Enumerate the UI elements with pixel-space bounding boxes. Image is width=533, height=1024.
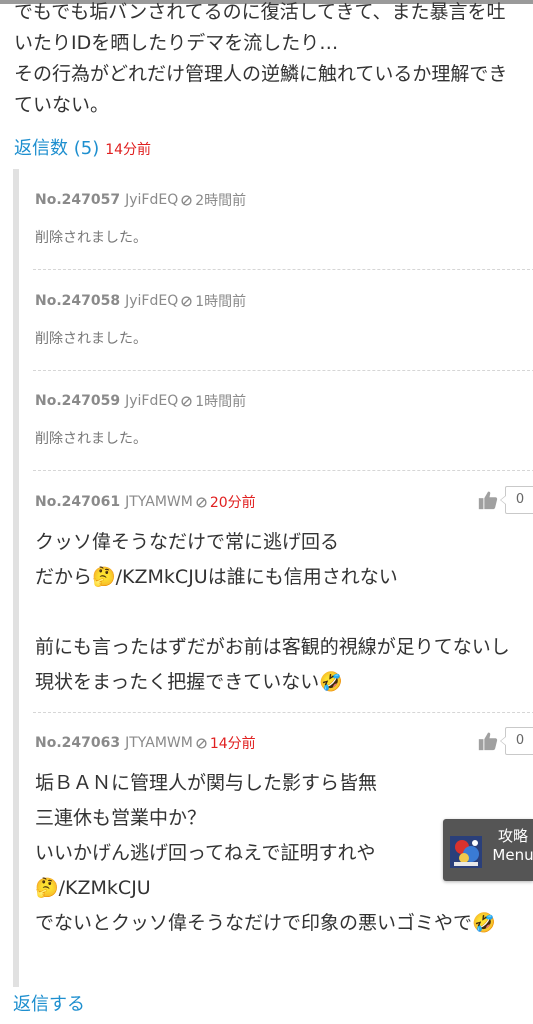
reply-user-id[interactable]: JTYAMWM	[125, 735, 193, 751]
reply-button[interactable]: 返信する	[13, 990, 85, 1016]
like-control: 0	[477, 727, 533, 755]
reply-meta: No.247059 JyiFdEQ 1時間前	[35, 390, 246, 412]
reply-time: 2時間前	[195, 193, 247, 209]
thumbs-up-icon[interactable]	[477, 730, 499, 752]
reply-count-row: 返信数 (5) 14分前	[14, 134, 151, 162]
block-icon[interactable]	[196, 496, 207, 508]
reply-time: 1時間前	[195, 394, 247, 410]
reply-deleted-text: 削除されました。	[35, 331, 147, 347]
reply-user-id[interactable]: JyiFdEQ	[125, 192, 178, 208]
reply-number[interactable]: No.247059	[35, 393, 120, 409]
reply-meta: No.247058 JyiFdEQ 1時間前	[35, 290, 246, 312]
reply-time: 20分前	[209, 495, 256, 511]
reply-meta: No.247061 JTYAMWM 20分前	[35, 491, 256, 513]
reply-time: 14分前	[209, 736, 256, 752]
reply-count-link[interactable]: 返信数 (5)	[14, 134, 99, 160]
reply-time: 1時間前	[195, 294, 247, 310]
reply-number[interactable]: No.247058	[35, 293, 120, 309]
block-icon[interactable]	[181, 194, 192, 206]
reply-item: No.247058 JyiFdEQ 1時間前 削除されました。	[33, 290, 533, 371]
block-icon[interactable]	[181, 295, 192, 307]
reply-number[interactable]: No.247063	[35, 735, 120, 751]
reply-user-id[interactable]: JTYAMWM	[125, 494, 193, 510]
reply-deleted-text: 削除されました。	[35, 431, 147, 447]
reply-count-time: 14分前	[105, 142, 152, 158]
reply-item: No.247061 JTYAMWM 20分前 0 クッソ偉そうなだけで常に逃げ回…	[33, 486, 533, 713]
reply-meta: No.247057 JyiFdEQ 2時間前	[35, 189, 246, 211]
game-character-thumbnail	[450, 836, 482, 868]
strategy-menu-line1: 攻略	[497, 827, 528, 845]
strategy-menu-line2: Menu	[492, 846, 533, 864]
reply-item: No.247059 JyiFdEQ 1時間前 削除されました。	[33, 390, 533, 471]
block-icon[interactable]	[181, 395, 192, 407]
post-body: でもでも垢バンされてるのに復活してきて、また暴言を吐いたりIDを晒したりデマを流…	[14, 1, 508, 116]
reply-body: クッソ偉そうなだけで常に逃げ回る だから🤔/KZMkCJUは誰にも信用されない …	[35, 531, 510, 693]
reply-meta: No.247063 JTYAMWM 14分前	[35, 732, 256, 754]
like-control: 0	[477, 486, 533, 514]
reply-item: No.247057 JyiFdEQ 2時間前 削除されました。	[33, 189, 533, 270]
reply-user-id[interactable]: JyiFdEQ	[125, 393, 178, 409]
like-count: 0	[500, 486, 533, 514]
thumbs-up-icon[interactable]	[477, 489, 499, 511]
strategy-menu-label: 攻略 Menu	[487, 827, 533, 865]
block-icon[interactable]	[196, 737, 207, 749]
reply-deleted-text: 削除されました。	[35, 230, 147, 246]
like-count: 0	[500, 727, 533, 755]
strategy-menu-button[interactable]: 攻略 Menu	[443, 819, 533, 881]
reply-number[interactable]: No.247061	[35, 494, 120, 510]
reply-number[interactable]: No.247057	[35, 192, 120, 208]
reply-user-id[interactable]: JyiFdEQ	[125, 293, 178, 309]
